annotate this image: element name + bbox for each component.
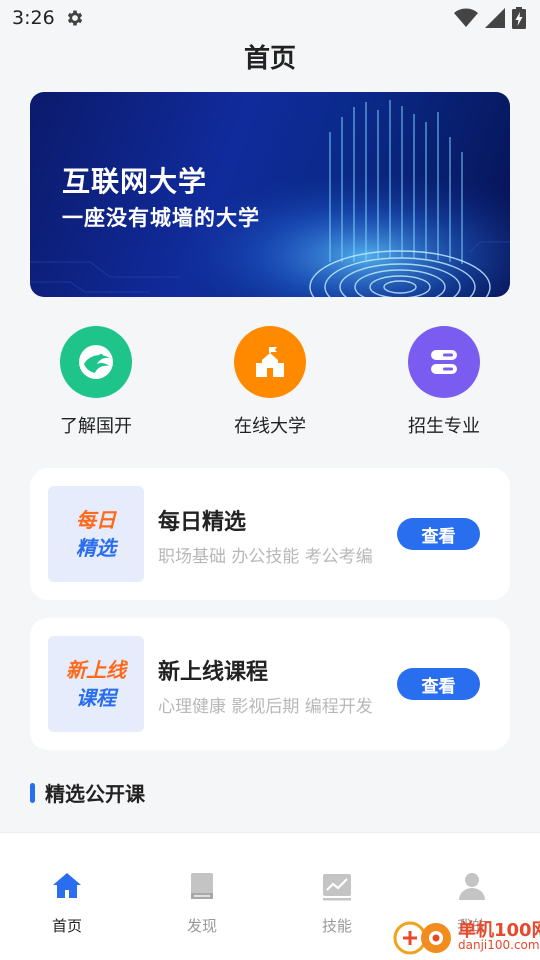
thumb-text-line2: 课程 xyxy=(76,686,116,710)
home-icon xyxy=(53,873,81,898)
watermark-url: danji100.com xyxy=(458,938,540,952)
quick-link-about[interactable]: 了解国开 xyxy=(36,326,156,438)
nav-label: 发现 xyxy=(186,917,217,935)
quick-link-online-university[interactable]: 在线大学 xyxy=(210,326,330,438)
school-building-icon xyxy=(234,326,306,398)
nav-item-skills[interactable]: 技能 xyxy=(287,869,387,936)
nav-label: 技能 xyxy=(321,917,352,935)
quick-links: 了解国开 在线大学 招生专业 xyxy=(0,326,540,446)
wifi-icon xyxy=(454,8,478,27)
banner-title: 互联网大学 xyxy=(62,165,208,198)
section-accent-bar xyxy=(30,782,35,803)
card-daily-picks[interactable]: 每日 精选 每日精选 职场基础 办公技能 考公考编 查看 xyxy=(30,468,510,600)
page-title: 首页 xyxy=(243,44,296,74)
card-thumbnail: 每日 精选 xyxy=(48,486,144,582)
section-header: 精选公开课 xyxy=(30,778,145,807)
banner[interactable]: 互联网大学 一座没有城墙的大学 xyxy=(30,92,510,297)
thumb-text-line1: 每日 xyxy=(76,508,116,532)
card-subtitle: 职场基础 办公技能 考公考编 xyxy=(158,547,373,567)
user-icon xyxy=(459,873,485,900)
thumb-text-line1: 新上线 xyxy=(66,658,126,682)
signal-icon xyxy=(485,8,505,28)
card-new-courses[interactable]: 新上线 课程 新上线课程 心理健康 影视后期 编程开发 查看 xyxy=(30,618,510,750)
banner-subtitle: 一座没有城墙的大学 xyxy=(62,206,260,230)
watermark: 单机100网 danji100.com xyxy=(392,912,540,956)
chart-icon xyxy=(323,874,351,901)
view-button[interactable]: 查看 xyxy=(397,668,480,700)
watermark-logo-icon xyxy=(393,921,451,955)
book-icon xyxy=(191,873,213,899)
card-subtitle: 心理健康 影视后期 编程开发 xyxy=(158,697,373,717)
status-bar: 3:26 xyxy=(0,0,540,36)
gear-icon xyxy=(67,10,82,26)
status-time: 3:26 xyxy=(12,7,55,29)
quick-link-label: 在线大学 xyxy=(234,416,306,437)
nav-item-home[interactable]: 首页 xyxy=(17,869,117,936)
battery-icon xyxy=(512,7,526,29)
books-icon xyxy=(408,326,480,398)
view-button[interactable]: 查看 xyxy=(397,518,480,550)
section-title: 精选公开课 xyxy=(45,782,145,806)
quick-link-label: 了解国开 xyxy=(60,416,132,437)
ouc-logo-icon xyxy=(60,326,132,398)
quick-link-label: 招生专业 xyxy=(408,416,480,437)
card-thumbnail: 新上线 课程 xyxy=(48,636,144,732)
card-title: 新上线课程 xyxy=(158,660,269,685)
nav-label: 首页 xyxy=(51,917,82,935)
nav-item-discover[interactable]: 发现 xyxy=(152,869,252,936)
thumb-text-line2: 精选 xyxy=(76,536,116,560)
home-screen: 3:26 首页 互联网大学 一座没有城墙的大学 了解国开 在线大学 招生专业 每… xyxy=(0,0,540,960)
card-title: 每日精选 xyxy=(158,510,247,535)
quick-link-majors[interactable]: 招生专业 xyxy=(384,326,504,438)
